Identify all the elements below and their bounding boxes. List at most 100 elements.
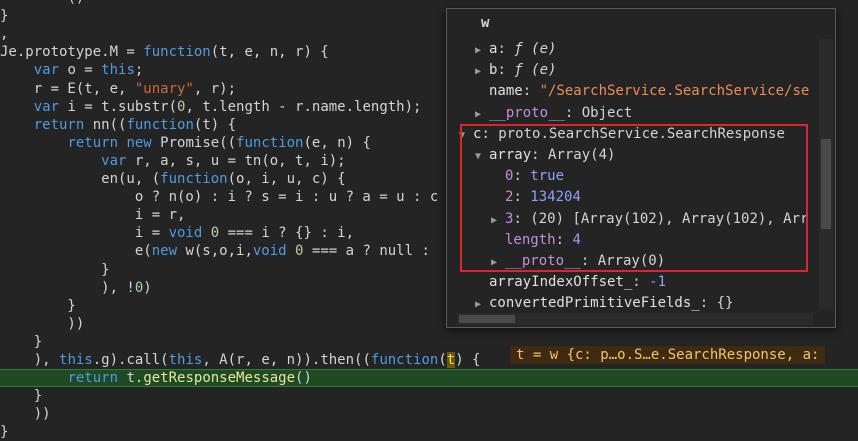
property-key: __proto__ <box>505 253 581 269</box>
code-line[interactable]: } <box>0 387 858 405</box>
scrollbar-thumb[interactable] <box>821 139 831 229</box>
horizontal-scrollbar[interactable] <box>457 313 813 325</box>
code-token: ; <box>134 62 144 79</box>
tree-row[interactable]: length: 4 <box>491 230 581 251</box>
code-token: ) <box>76 0 84 6</box>
code-token: var <box>33 62 60 79</box>
tree-row[interactable]: 2: 134204 <box>491 187 581 208</box>
tree-row[interactable]: ▶ 3: (20) [Array(102), Array(102), Arr <box>491 209 808 230</box>
property-value: "/SearchService.SearchService/se <box>539 83 810 100</box>
separator: : <box>632 274 650 291</box>
tree-row[interactable]: ▶ __proto__: Object <box>475 103 632 124</box>
collapsed-triangle-icon[interactable]: ▶ <box>475 104 489 125</box>
separator: : <box>481 125 499 142</box>
variable-hover-tooltip[interactable]: w ▶ a: ƒ (e) ▶ b: ƒ (e) name: "/SearchServic… <box>446 8 836 328</box>
separator: : <box>497 62 515 79</box>
property-value: ƒ (e) <box>514 41 557 57</box>
code-token: ) <box>143 279 152 296</box>
code-line[interactable]: () <box>0 0 858 7</box>
separator: : <box>564 104 582 121</box>
property-value: ƒ (e) <box>514 62 557 79</box>
code-token: , t.length - r.name.length); <box>185 98 422 115</box>
code-token: this <box>101 62 135 79</box>
property-value: Array(0) <box>597 253 666 269</box>
collapsed-triangle-icon[interactable]: ▶ <box>475 61 489 82</box>
code-token: () <box>295 370 312 387</box>
separator: : <box>513 168 531 185</box>
separator: : <box>699 295 717 312</box>
code-token: nn(( <box>84 116 127 133</box>
vertical-scrollbar[interactable] <box>819 39 833 309</box>
code-token: } <box>0 8 9 25</box>
code-token: this <box>59 352 93 368</box>
code-token: function <box>143 44 211 61</box>
code-token: === a ? null : <box>303 243 430 260</box>
cursor-token: t <box>446 352 456 368</box>
code-token: ) { <box>455 352 481 368</box>
tree-row[interactable]: ▼ array: Array(4) <box>475 145 615 166</box>
collapsed-triangle-icon[interactable]: ▶ <box>491 210 505 231</box>
code-line[interactable]: } <box>0 423 858 441</box>
property-value: (20) [Array(102), Array(102), Arr <box>530 210 809 227</box>
code-token: var <box>101 152 127 169</box>
separator: : <box>513 189 531 206</box>
code-token: o ? n(o) : i ? s = i : u ? a = u : c <box>0 189 439 206</box>
code-token: new <box>151 243 178 260</box>
code-token: return <box>33 116 85 133</box>
current-execution-line[interactable]: return t.getResponseMessage() <box>0 369 858 388</box>
code-token: )) <box>0 315 85 332</box>
code-token: (t, e, n, r) { <box>210 44 329 61</box>
code-token: var <box>33 98 60 115</box>
scrollbar-thumb[interactable] <box>459 315 515 323</box>
code-token: return <box>67 370 119 387</box>
property-key: length <box>505 231 556 248</box>
code-token: getResponseMessage <box>143 370 296 387</box>
inline-value-hint: t = w {c: p…o.S…e.SearchResponse, a: <box>510 346 826 364</box>
code-token: , A(r, e, n)).then(( <box>202 352 371 368</box>
code-token: ( <box>67 0 75 6</box>
tree-row[interactable]: name: "/SearchService.SearchService/se <box>475 81 809 102</box>
separator: : <box>555 231 573 248</box>
code-token: en(u, ( <box>0 171 161 187</box>
code-token: === i ? {} : i, <box>219 225 355 242</box>
separator: : <box>497 41 515 57</box>
tree-row[interactable]: ▶ a: ƒ (e) <box>475 39 556 60</box>
tree-row[interactable]: arrayIndexOffset_: -1 <box>475 272 666 293</box>
expanded-triangle-icon[interactable]: ▼ <box>459 125 473 146</box>
property-key: __proto__ <box>489 104 565 121</box>
collapsed-triangle-icon[interactable]: ▶ <box>475 40 489 61</box>
code-token: new <box>126 134 152 151</box>
property-value: Array(4) <box>548 147 616 163</box>
code-token: (t) { <box>193 116 237 133</box>
tree-row[interactable]: ▶ __proto__: Array(0) <box>491 251 665 272</box>
property-value: Object <box>581 104 633 121</box>
tree-row[interactable]: ▶ b: ƒ (e) <box>475 60 556 81</box>
expanded-triangle-icon[interactable]: ▼ <box>475 146 489 167</box>
code-line[interactable]: )) <box>0 405 858 423</box>
code-token: ), ! <box>0 279 135 296</box>
property-key: name <box>489 83 523 100</box>
code-token: function <box>370 352 439 368</box>
code-token: t. <box>118 370 144 387</box>
tree-row[interactable]: ▶ convertedPrimitiveFields_: {} <box>475 293 733 314</box>
property-key: array <box>489 147 532 163</box>
code-token: 0 <box>210 225 220 242</box>
code-token: i = <box>0 225 169 242</box>
tree-row[interactable]: ▼ c: proto.SearchService.SearchResponse <box>459 124 785 145</box>
property-key: convertedPrimitiveFields_ <box>489 295 700 312</box>
code-token: Je.prototype.M = <box>0 44 144 61</box>
code-token: this <box>168 352 203 368</box>
collapsed-triangle-icon[interactable]: ▶ <box>491 252 505 273</box>
property-value: true <box>530 168 565 185</box>
tree-row[interactable]: 0: true <box>491 166 564 187</box>
code-token: o = <box>59 62 102 79</box>
code-token: i = t.substr( <box>59 98 178 115</box>
tooltip-title: w <box>481 15 490 31</box>
code-token: } <box>0 424 9 441</box>
